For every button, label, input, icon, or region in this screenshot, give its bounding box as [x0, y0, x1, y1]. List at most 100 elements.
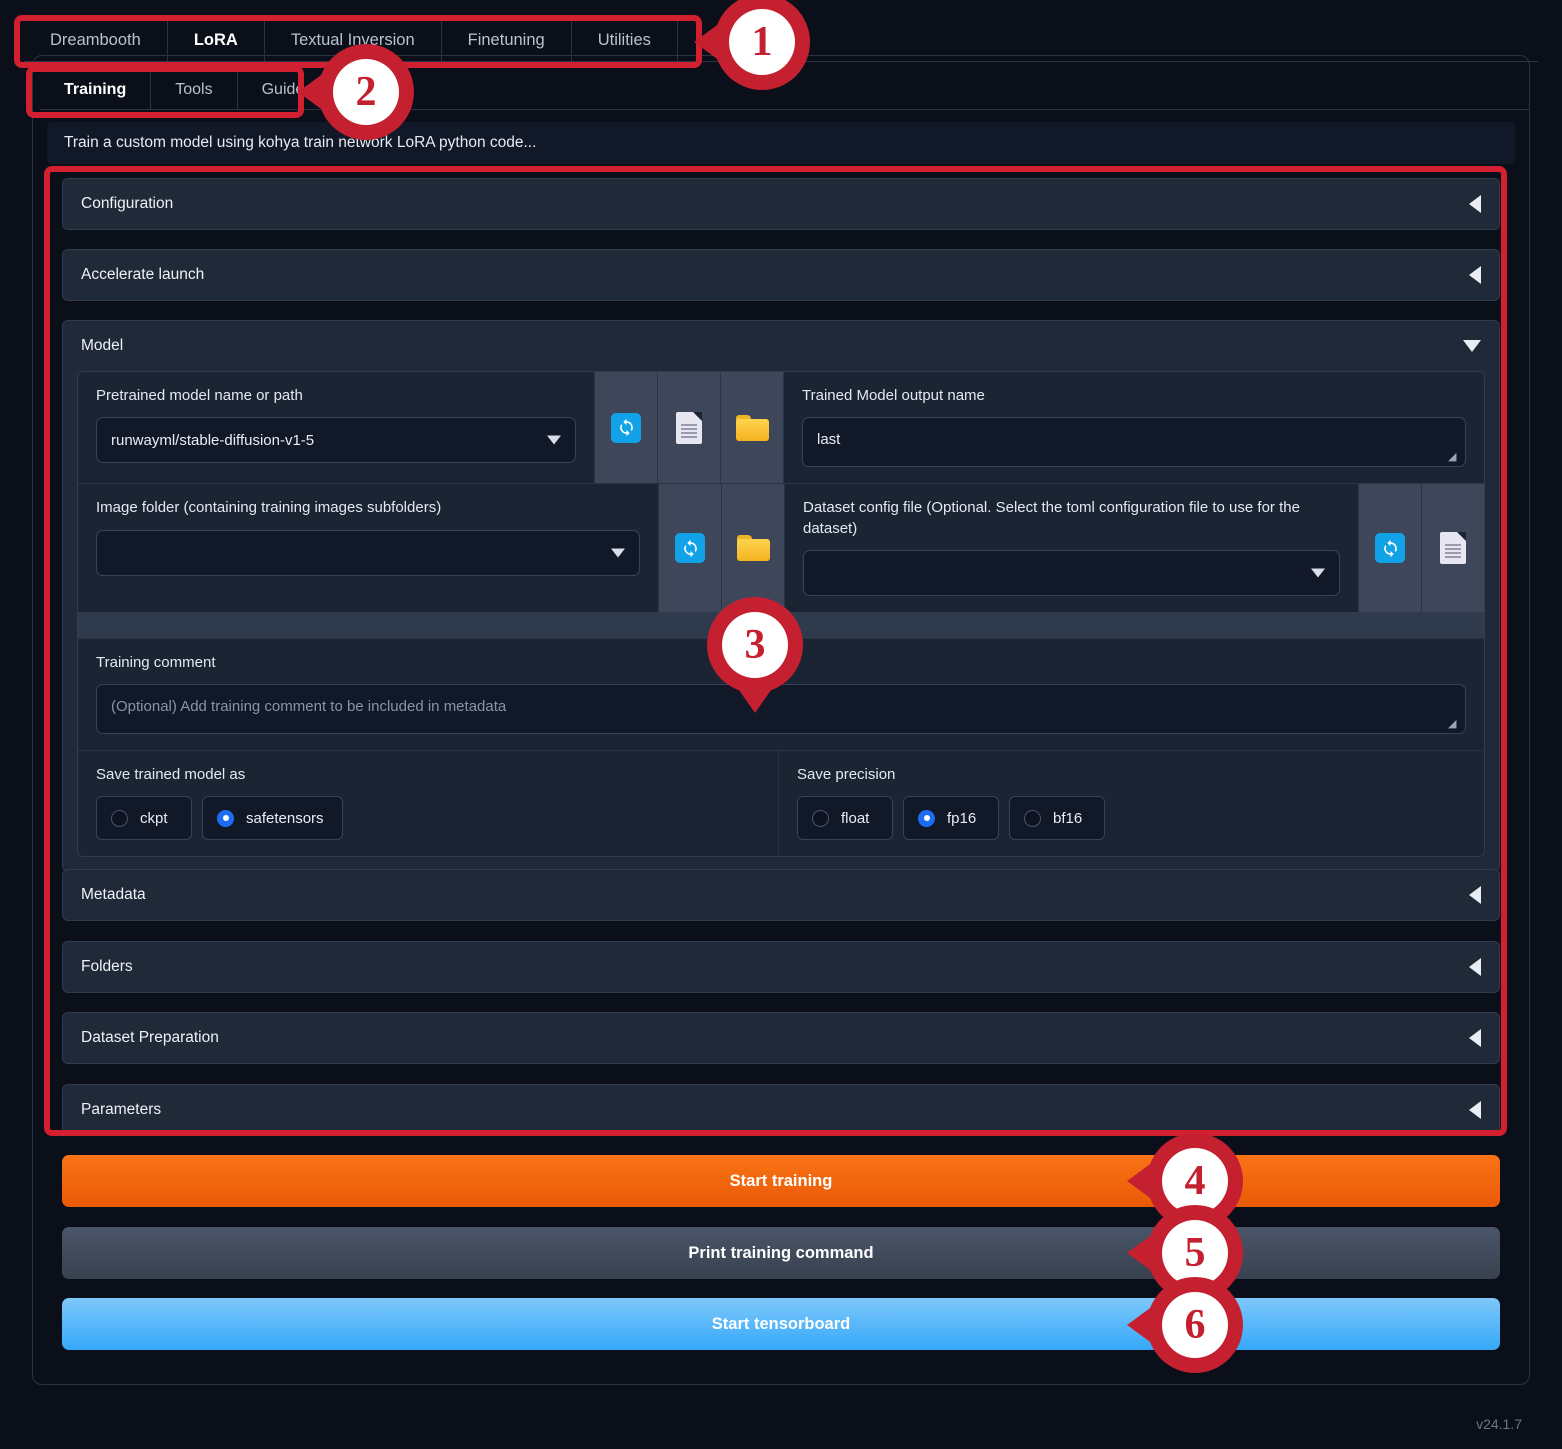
pretrained-folder-button[interactable]	[720, 372, 783, 484]
tab-label: Training	[64, 80, 127, 98]
marker-disc: 2	[318, 44, 414, 140]
marker-number: 3	[722, 612, 788, 678]
accordion-accelerate-launch-header[interactable]: Accelerate launch	[63, 250, 1499, 300]
dataset-config-refresh-button[interactable]	[1358, 484, 1421, 612]
accordion-title: Dataset Preparation	[81, 1029, 219, 1046]
pretrained-model-dropdown[interactable]: runwayml/stable-diffusion-v1-5	[96, 417, 576, 464]
accordion-model-header[interactable]: Model	[63, 321, 1499, 371]
marker-disc: 6	[1147, 1277, 1243, 1373]
dataset-config-dropdown[interactable]	[803, 549, 1340, 596]
save-precision-radio-group: float fp16 bf16	[797, 796, 1466, 841]
document-icon	[676, 411, 702, 444]
annotation-marker-6: 6	[1127, 1277, 1243, 1373]
radio-bf16[interactable]: bf16	[1009, 796, 1105, 841]
accordion-parameters-header[interactable]: Parameters	[63, 1085, 1499, 1135]
start-tensorboard-button[interactable]: Start tensorboard	[62, 1298, 1500, 1350]
image-folder-browse-button[interactable]	[721, 484, 784, 612]
tab-label: Tools	[175, 80, 213, 98]
radio-indicator	[812, 809, 829, 827]
save-precision-label: Save precision	[797, 766, 896, 783]
pretrained-model-field-group: Pretrained model name or path runwayml/s…	[78, 372, 594, 484]
chevron-down-icon	[611, 548, 625, 557]
output-name-label: Trained Model output name	[802, 387, 985, 404]
radio-indicator	[1024, 809, 1041, 827]
radio-safetensors[interactable]: safetensors	[202, 796, 343, 841]
accordion-title: Folders	[81, 958, 133, 975]
refresh-icon	[675, 533, 705, 563]
model-row-3: Save trained model as ckpt safetensors S	[78, 750, 1484, 857]
radio-label: bf16	[1053, 809, 1083, 827]
start-training-button[interactable]: Start training	[62, 1155, 1500, 1207]
save-as-group: Save trained model as ckpt safetensors	[78, 751, 778, 857]
accordion-parameters[interactable]: Parameters	[62, 1084, 1500, 1136]
marker-number: 6	[1162, 1292, 1228, 1358]
radio-label: float	[841, 809, 870, 827]
marker-number: 1	[729, 9, 795, 75]
tab-tools[interactable]: Tools	[151, 70, 238, 109]
chevron-left-icon	[1469, 195, 1481, 213]
accordion-metadata-header[interactable]: Metadata	[63, 870, 1499, 920]
radio-label: safetensors	[246, 809, 324, 827]
radio-indicator	[111, 809, 128, 827]
accordion-configuration[interactable]: Configuration	[62, 178, 1500, 230]
chevron-left-icon	[1469, 1101, 1481, 1119]
pretrained-file-button[interactable]	[657, 372, 720, 484]
dataset-config-label: Dataset config file (Optional. Select th…	[803, 499, 1300, 537]
tab-utilities[interactable]: Utilities	[572, 20, 678, 61]
save-as-radio-group: ckpt safetensors	[96, 796, 760, 841]
folder-icon	[736, 535, 770, 561]
accordion-accelerate-launch[interactable]: Accelerate launch	[62, 249, 1500, 301]
refresh-icon	[611, 412, 641, 443]
button-label: Print training command	[688, 1243, 874, 1262]
tab-label: Utilities	[597, 31, 651, 49]
refresh-icon	[1375, 533, 1405, 563]
pretrained-model-label: Pretrained model name or path	[96, 387, 303, 404]
image-folder-refresh-button[interactable]	[658, 484, 721, 612]
pretrained-refresh-button[interactable]	[594, 372, 657, 484]
dataset-config-file-button[interactable]	[1421, 484, 1484, 612]
radio-ckpt[interactable]: ckpt	[96, 796, 192, 841]
print-training-command-button[interactable]: Print training command	[62, 1227, 1500, 1279]
annotation-marker-1: 1	[694, 0, 810, 90]
document-icon	[1440, 532, 1466, 564]
radio-indicator-selected	[918, 809, 935, 827]
image-folder-label: Image folder (containing training images…	[96, 499, 442, 517]
training-comment-placeholder: (Optional) Add training comment to be in…	[111, 698, 507, 715]
description-text: Train a custom model using kohya train n…	[64, 134, 537, 151]
accordion-folders[interactable]: Folders	[62, 941, 1500, 993]
accordion-title: Parameters	[81, 1101, 162, 1118]
annotation-marker-3: 3	[707, 597, 803, 713]
tab-dreambooth[interactable]: Dreambooth	[24, 20, 168, 61]
radio-float[interactable]: float	[797, 796, 893, 841]
marker-disc: 3	[707, 597, 803, 693]
chevron-left-icon	[1469, 1029, 1481, 1047]
pretrained-model-value: runwayml/stable-diffusion-v1-5	[111, 431, 315, 449]
accordion-title: Metadata	[81, 886, 146, 903]
tab-finetuning[interactable]: Finetuning	[442, 20, 572, 61]
output-name-input[interactable]: last ◢	[802, 417, 1466, 468]
chevron-down-icon	[1463, 340, 1481, 352]
chevron-down-icon	[547, 435, 561, 445]
chevron-left-icon	[1469, 886, 1481, 904]
model-row-2: Image folder (containing training images…	[78, 483, 1484, 612]
tab-training[interactable]: Training	[40, 70, 152, 109]
accordion-dataset-preparation[interactable]: Dataset Preparation	[62, 1012, 1500, 1064]
folder-icon	[735, 414, 769, 441]
accordion-configuration-header[interactable]: Configuration	[63, 179, 1499, 229]
output-name-field-group: Trained Model output name last ◢	[783, 372, 1484, 484]
accordion-folders-header[interactable]: Folders	[63, 942, 1499, 992]
accordion-title: Configuration	[81, 195, 174, 212]
accordion-title: Model	[81, 337, 124, 354]
tab-lora[interactable]: LoRA	[168, 20, 265, 61]
tab-label: LoRA	[193, 31, 238, 49]
tab-label: Dreambooth	[50, 31, 141, 49]
chevron-left-icon	[1469, 958, 1481, 976]
accordion-metadata[interactable]: Metadata	[62, 869, 1500, 921]
accordion-dataset-preparation-header[interactable]: Dataset Preparation	[63, 1013, 1499, 1063]
dataset-config-field-group: Dataset config file (Optional. Select th…	[784, 484, 1358, 612]
accordion-title: Accelerate launch	[81, 266, 205, 283]
resize-grip-icon[interactable]: ◢	[1448, 718, 1460, 730]
image-folder-dropdown[interactable]	[96, 529, 640, 576]
resize-grip-icon[interactable]: ◢	[1448, 451, 1460, 463]
radio-fp16[interactable]: fp16	[903, 796, 999, 841]
